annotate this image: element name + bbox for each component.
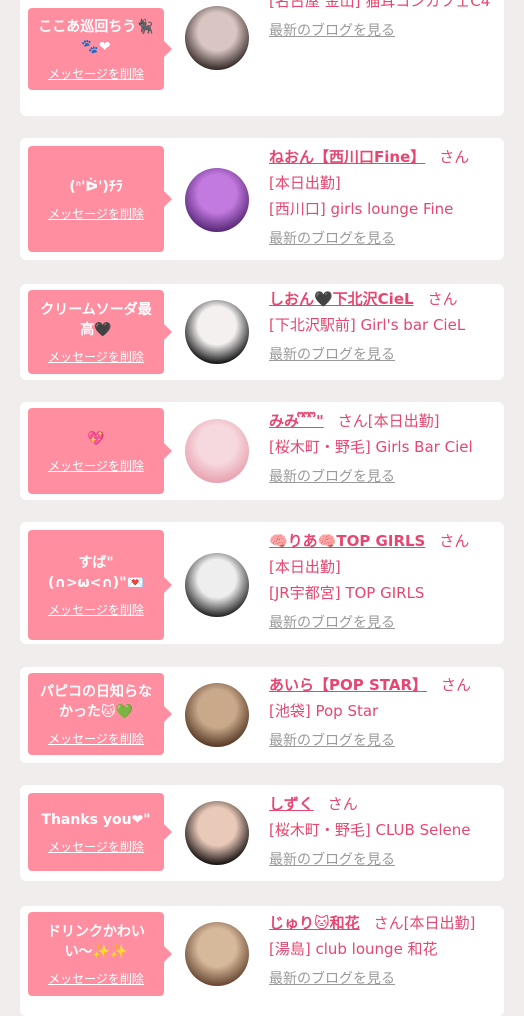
message-card: 💖 メッセージを削除 みみ ᩚ ᩚ ᩚ" さん[本日出勤] [桜木町・野毛] Girls… — [20, 402, 504, 500]
profile-info: みみ ᩚ ᩚ ᩚ" さん[本日出勤] [桜木町・野毛] Girls Bar Ciel… — [269, 408, 499, 490]
honorific: さん — [439, 532, 470, 550]
shop-name: [湯島] club lounge 和花 — [269, 940, 438, 958]
avatar[interactable] — [185, 300, 249, 364]
delete-message-link[interactable]: メッセージを削除 — [48, 603, 144, 617]
attendance-status: [本日出勤] — [403, 914, 476, 932]
delete-message-link[interactable]: メッセージを削除 — [48, 207, 144, 221]
profile-name-link[interactable]: ねおん【西川口Fine】 — [269, 148, 425, 166]
profile-info: しおん🖤下北沢CieL さん [下北沢駅前] Girl's bar CieL 最新のブ… — [269, 286, 499, 368]
latest-blog-link[interactable]: 最新のブログを見る — [269, 18, 499, 44]
message-text: ここあ巡回ちう🐈‍⬛🐾❤ — [38, 19, 154, 55]
message-bubble: クリームソーダ最高🖤 メッセージを削除 — [28, 290, 172, 374]
name-line: しおん🖤下北沢CieL さん — [269, 286, 499, 312]
message-card: すば"(∩>ω<∩)"💌 メッセージを削除 🧠りあ🧠TOP GIRLS さん [本日出勤… — [20, 522, 504, 644]
avatar[interactable] — [185, 6, 249, 70]
shop-name: [桜木町・野毛] CLUB Selene — [269, 821, 471, 839]
profile-info: しずく さん [桜木町・野毛] CLUB Selene 最新のブログを見る — [269, 791, 499, 873]
name-line: みみ ᩚ ᩚ ᩚ" さん[本日出勤] — [269, 408, 499, 434]
message-text: 💖 — [87, 431, 105, 447]
profile-name-link[interactable]: みみ ᩚ ᩚ ᩚ" — [269, 412, 324, 430]
delete-message-link[interactable]: メッセージを削除 — [48, 459, 144, 473]
honorific: さん — [327, 795, 358, 813]
shop-name: [桜木町・野毛] Girls Bar Ciel — [269, 438, 473, 456]
latest-blog-link[interactable]: 最新のブログを見る — [269, 610, 499, 636]
message-text: すば"(∩>ω<∩)"💌 — [48, 555, 144, 591]
message-bubble: Thanks you❤" メッセージを削除 — [28, 793, 172, 871]
attendance-status: [本日出勤] — [367, 412, 440, 430]
shop-name: [池袋] Pop Star — [269, 702, 379, 720]
latest-blog-link[interactable]: 最新のブログを見る — [269, 847, 499, 873]
delete-message-link[interactable]: メッセージを削除 — [48, 732, 144, 746]
honorific: さん — [373, 914, 404, 932]
honorific: さん — [439, 148, 470, 166]
message-bubble: 💖 メッセージを削除 — [28, 408, 172, 494]
avatar[interactable] — [185, 553, 249, 617]
name-line: ねおん【西川口Fine】 さん — [269, 144, 499, 170]
message-bubble: (ᐢ'ᐖ')ﾁﾗ メッセージを削除 — [28, 146, 172, 252]
message-card: (ᐢ'ᐖ')ﾁﾗ メッセージを削除 ねおん【西川口Fine】 さん [本日出勤] [西川口… — [20, 138, 504, 260]
profile-name-link[interactable]: あいら【POP STAR】 — [269, 676, 427, 694]
profile-name-link[interactable]: しおん🖤下北沢CieL — [269, 290, 414, 308]
profile-name-link[interactable]: じゅり🐱和花 — [269, 914, 360, 932]
latest-blog-link[interactable]: 最新のブログを見る — [269, 966, 499, 992]
shop-name: [JR宇都宮] TOP GIRLS — [269, 584, 425, 602]
profile-name-link[interactable]: しずく — [269, 795, 314, 813]
name-line: しずく さん — [269, 791, 499, 817]
honorific: さん — [441, 676, 472, 694]
message-text: パピコの日知らなかった🐱💚 — [40, 684, 152, 720]
attendance-status: [本日出勤] — [269, 558, 341, 576]
message-text: クリームソーダ最高🖤 — [40, 302, 152, 338]
message-card: パピコの日知らなかった🐱💚 メッセージを削除 あいら【POP STAR】 さん [池袋]… — [20, 667, 504, 763]
delete-message-link[interactable]: メッセージを削除 — [48, 67, 144, 81]
avatar[interactable] — [185, 922, 249, 986]
profile-info: あいら【POP STAR】 さん [池袋] Pop Star 最新のブログを見る — [269, 672, 499, 754]
avatar[interactable] — [185, 683, 249, 747]
name-line: じゅり🐱和花 さん[本日出勤] — [269, 910, 499, 936]
name-line: 🧠りあ🧠TOP GIRLS さん — [269, 528, 499, 554]
message-bubble: ドリンクかわいい〜✨✨ メッセージを削除 — [28, 912, 172, 996]
honorific: さん — [427, 290, 458, 308]
shop-name: [西川口] girls lounge Fine — [269, 200, 454, 218]
profile-info: ねおん【西川口Fine】 さん [本日出勤] [西川口] girls lounge F… — [269, 144, 499, 252]
delete-message-link[interactable]: メッセージを削除 — [48, 840, 144, 854]
honorific: さん — [337, 412, 368, 430]
profile-info: じゅり🐱和花 さん[本日出勤] [湯島] club lounge 和花最新のブログを… — [269, 910, 499, 992]
message-card: ここあ巡回ちう🐈‍⬛🐾❤メッセージを削除ここあさん[名古屋 金山] 猫耳コンカフ… — [20, 0, 504, 116]
message-bubble: すば"(∩>ω<∩)"💌 メッセージを削除 — [28, 530, 172, 640]
profile-info: ここあさん[名古屋 金山] 猫耳コンカフェC4最新のブログを見る — [269, 0, 499, 44]
avatar[interactable] — [185, 801, 249, 865]
message-text: Thanks you❤" — [41, 812, 151, 828]
message-card: クリームソーダ最高🖤 メッセージを削除 しおん🖤下北沢CieL さん [下北沢駅前] G… — [20, 284, 504, 380]
latest-blog-link[interactable]: 最新のブログを見る — [269, 464, 499, 490]
attendance-status: [本日出勤] — [269, 174, 341, 192]
message-bubble: ここあ巡回ちう🐈‍⬛🐾❤ メッセージを削除 — [28, 8, 172, 90]
avatar[interactable] — [185, 168, 249, 232]
message-card: Thanks you❤" メッセージを削除 しずく さん [桜木町・野毛] CLUB S… — [20, 785, 504, 881]
latest-blog-link[interactable]: 最新のブログを見る — [269, 342, 499, 368]
shop-name: [下北沢駅前] Girl's bar CieL — [269, 316, 466, 334]
name-line: あいら【POP STAR】 さん — [269, 672, 499, 698]
message-bubble: パピコの日知らなかった🐱💚 メッセージを削除 — [28, 673, 172, 755]
profile-info: 🧠りあ🧠TOP GIRLS さん [本日出勤] [JR宇都宮] TOP GIRLS 最新… — [269, 528, 499, 636]
delete-message-link[interactable]: メッセージを削除 — [48, 350, 144, 364]
latest-blog-link[interactable]: 最新のブログを見る — [269, 226, 499, 252]
profile-name-link[interactable]: 🧠りあ🧠TOP GIRLS — [269, 532, 425, 550]
message-text: ドリンクかわいい〜✨✨ — [47, 924, 145, 960]
avatar[interactable] — [185, 419, 249, 483]
message-text: (ᐢ'ᐖ')ﾁﾗ — [69, 179, 123, 195]
delete-message-link[interactable]: メッセージを削除 — [48, 972, 144, 986]
shop-name: [名古屋 金山] 猫耳コンカフェC4 — [269, 0, 491, 10]
latest-blog-link[interactable]: 最新のブログを見る — [269, 728, 499, 754]
